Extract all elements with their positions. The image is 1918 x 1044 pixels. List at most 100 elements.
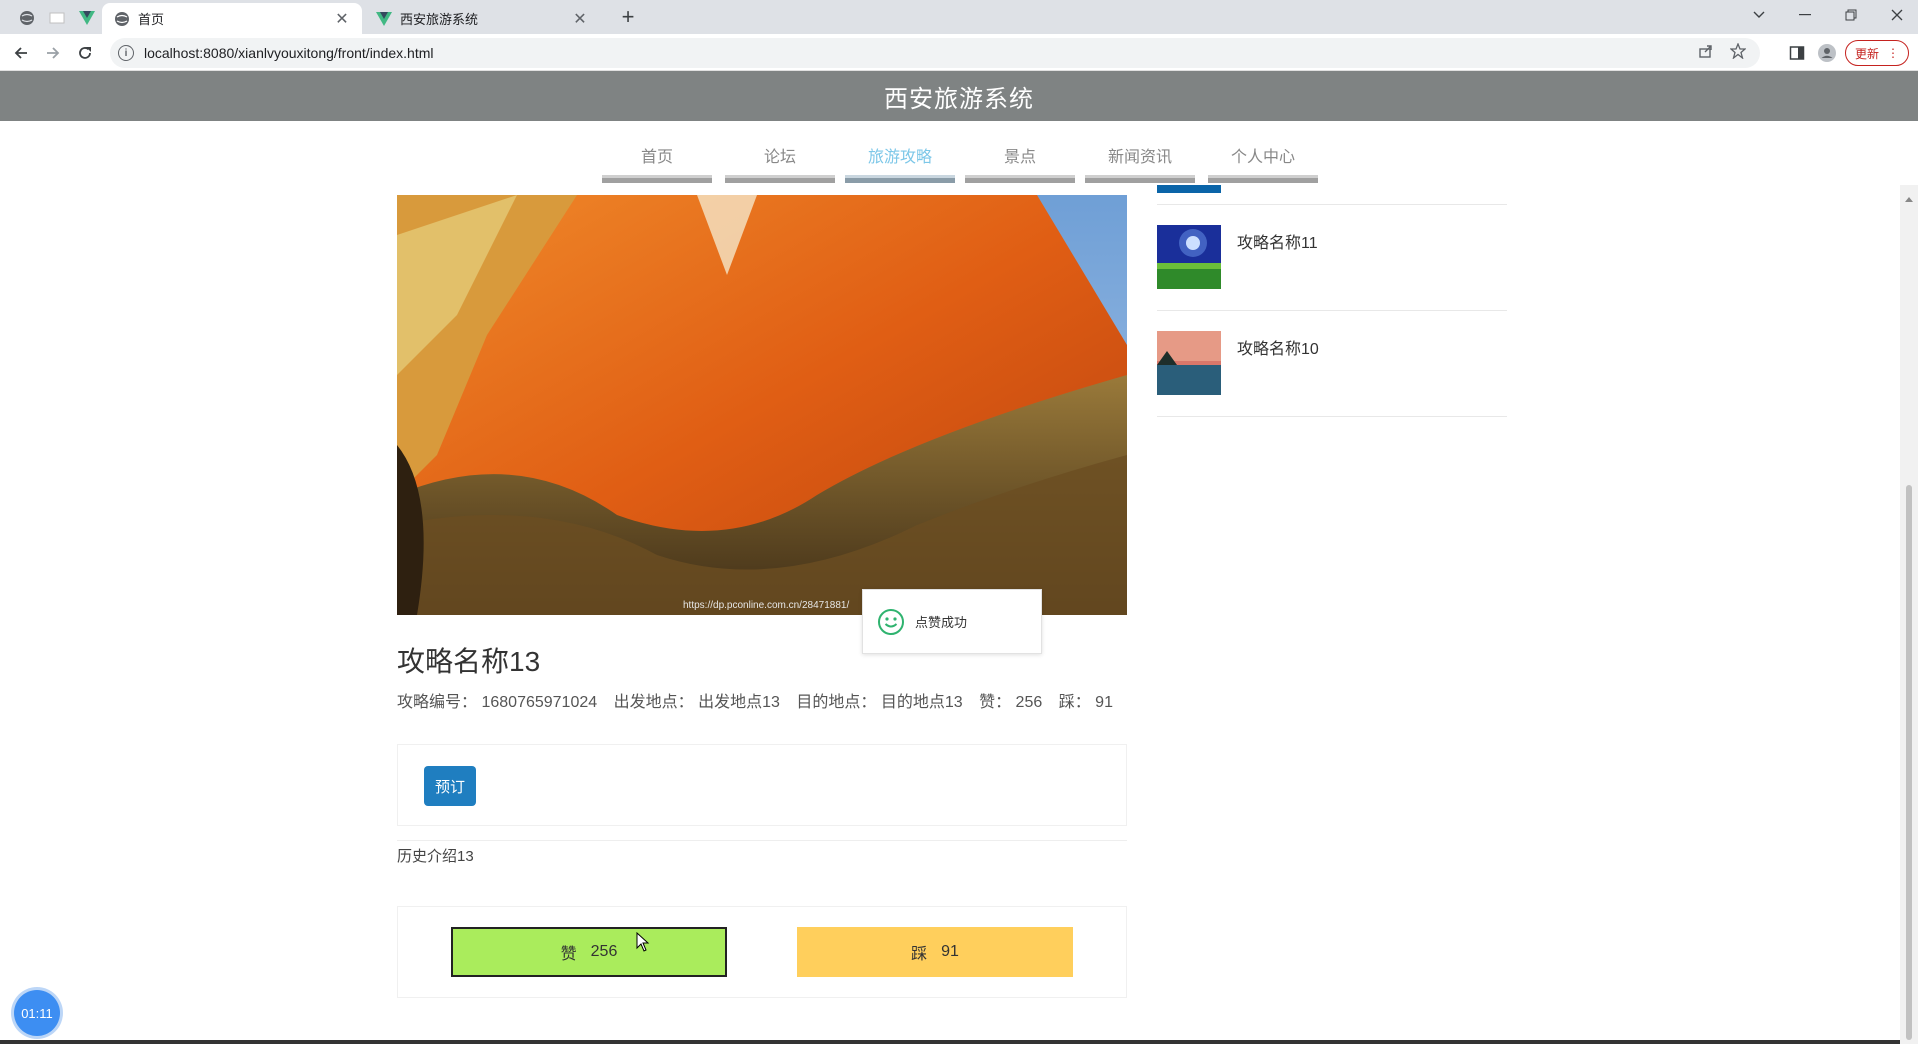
nav-label: 论坛 <box>763 149 796 166</box>
tab-title: 西安旅游系统 <box>400 12 479 27</box>
page-content: https://dp.pconline.com.cn/28471881/ 点赞成… <box>0 185 1900 1044</box>
booking-panel: 预订 <box>397 744 1127 826</box>
guide-thumbnail <box>1157 185 1221 193</box>
nav-label: 旅游攻略 <box>867 149 932 166</box>
taskbar-edge <box>0 1040 1900 1044</box>
vue-logo-icon <box>79 11 95 25</box>
image-credit: https://dp.pconline.com.cn/28471881/ <box>683 600 850 611</box>
restore-button[interactable] <box>1828 0 1874 30</box>
nav-item-attractions[interactable]: 景点 <box>965 143 1075 185</box>
list-item[interactable] <box>1157 185 1507 205</box>
article-meta: 攻略编号： 1680765971024 出发地点： 出发地点13 目的地点： 目… <box>397 688 1125 712</box>
scrollbar[interactable] <box>1900 185 1918 1044</box>
scrollbar-thumb[interactable] <box>1906 485 1912 1040</box>
meta-dislike-label: 踩： <box>1058 694 1091 711</box>
update-label: 更新 <box>1854 46 1879 61</box>
tab-search-chevron-icon[interactable] <box>1736 0 1782 30</box>
scroll-up-arrow-icon[interactable] <box>1905 197 1913 202</box>
tab-title: 首页 <box>138 12 165 27</box>
nav-underline <box>1085 175 1195 183</box>
nav-label: 景点 <box>1003 149 1036 166</box>
smile-icon <box>878 608 904 635</box>
recording-timer[interactable]: 01:11 <box>14 990 60 1036</box>
article-title: 攻略名称13 <box>397 646 541 677</box>
related-guides-list: 攻略名称11 攻略名称10 <box>1157 185 1507 417</box>
dislike-count: 91 <box>941 943 959 960</box>
nav-item-travel-guides[interactable]: 旅游攻略 <box>845 143 955 185</box>
arrow-left-icon <box>14 47 27 59</box>
list-item[interactable]: 攻略名称10 <box>1157 311 1507 417</box>
nav-item-home[interactable]: 首页 <box>602 143 712 185</box>
nav-label: 个人中心 <box>1230 149 1295 166</box>
like-count: 256 <box>590 943 618 960</box>
dislike-label: 踩 <box>911 946 928 963</box>
globe-icon <box>20 11 34 25</box>
meta-like-value: 256 <box>1015 694 1043 711</box>
meta-to-value: 目的地点13 <box>880 694 963 711</box>
meta-to: 目的地点： 目的地点13 <box>796 694 962 711</box>
site-title: 西安旅游系统 <box>884 85 1034 113</box>
divider <box>397 840 1127 841</box>
mouse-cursor-icon <box>636 932 650 952</box>
globe-icon <box>115 11 129 26</box>
nav-underline <box>602 175 712 183</box>
meta-id: 攻略编号： 1680765971024 <box>397 694 597 711</box>
forward-button[interactable] <box>40 40 66 66</box>
tab-xian-travel[interactable]: 西安旅游系统 ✕ <box>364 3 600 34</box>
reload-icon <box>79 47 91 59</box>
guide-thumbnail <box>1157 331 1221 395</box>
more-vertical-icon: ⋮ <box>1887 46 1899 60</box>
toast-message: 点赞成功 <box>915 615 968 630</box>
nav-underline <box>725 175 835 183</box>
meta-like-label: 赞： <box>979 694 1012 711</box>
site-header: 西安旅游系统 <box>0 71 1918 121</box>
close-icon[interactable]: ✕ <box>572 9 588 29</box>
painted-hills-photo <box>397 195 1127 615</box>
nav-item-forum[interactable]: 论坛 <box>725 143 835 185</box>
meta-dislike-value: 91 <box>1095 694 1113 711</box>
pinned-tab-vue[interactable] <box>72 6 102 30</box>
browser-toolbar: i localhost:8080/xianlvyouxitong/front/i… <box>0 34 1918 71</box>
info-icon[interactable]: i <box>118 45 134 61</box>
book-button[interactable]: 预订 <box>424 766 476 806</box>
close-window-button[interactable] <box>1874 0 1918 30</box>
side-panel-icon[interactable] <box>1784 40 1810 66</box>
new-tab-button[interactable]: + <box>614 4 642 32</box>
share-icon[interactable] <box>1698 43 1714 59</box>
nav-item-news[interactable]: 新闻资讯 <box>1085 143 1195 185</box>
nav-label: 首页 <box>640 149 673 166</box>
profile-avatar-icon[interactable] <box>1814 40 1840 66</box>
browser-tab-bar: 首页 ✕ 西安旅游系统 ✕ + <box>0 0 1918 34</box>
tab-home[interactable]: 首页 ✕ <box>102 3 362 34</box>
guide-title[interactable]: 攻略名称11 <box>1237 229 1318 253</box>
main-navigation: 首页 论坛 旅游攻略 景点 新闻资讯 个人中心 <box>0 121 1918 185</box>
meta-id-value: 1680765971024 <box>481 694 598 711</box>
pinned-tab-globe[interactable] <box>12 6 42 30</box>
nav-underline <box>1208 175 1318 183</box>
address-bar[interactable]: i localhost:8080/xianlvyouxitong/front/i… <box>110 38 1760 68</box>
hero-image: https://dp.pconline.com.cn/28471881/ <box>397 195 1127 615</box>
arrow-right-icon <box>47 47 60 59</box>
reload-button[interactable] <box>72 40 98 66</box>
update-button[interactable]: 更新 ⋮ <box>1845 40 1909 66</box>
list-item[interactable]: 攻略名称11 <box>1157 205 1507 311</box>
star-icon[interactable] <box>1730 43 1746 59</box>
pinned-tab-blank[interactable] <box>42 6 72 30</box>
like-success-toast: 点赞成功 <box>862 589 1042 654</box>
nav-item-user-center[interactable]: 个人中心 <box>1208 143 1318 185</box>
minimize-button[interactable] <box>1782 0 1828 30</box>
address-url[interactable]: localhost:8080/xianlvyouxitong/front/ind… <box>144 45 434 61</box>
back-button[interactable] <box>8 40 34 66</box>
guide-title[interactable]: 攻略名称10 <box>1237 335 1319 359</box>
guide-thumbnail <box>1157 225 1221 289</box>
like-label: 赞 <box>560 946 577 963</box>
meta-id-label: 攻略编号： <box>397 694 478 711</box>
meta-dislikes: 踩： 91 <box>1059 694 1113 711</box>
vote-panel: 赞 256 踩 91 <box>397 906 1127 998</box>
meta-to-label: 目的地点： <box>796 694 877 711</box>
like-button[interactable]: 赞 256 <box>451 927 727 977</box>
close-icon[interactable]: ✕ <box>334 9 350 29</box>
nav-label: 新闻资讯 <box>1107 149 1172 166</box>
nav-underline <box>965 175 1075 183</box>
dislike-button[interactable]: 踩 91 <box>797 927 1073 977</box>
